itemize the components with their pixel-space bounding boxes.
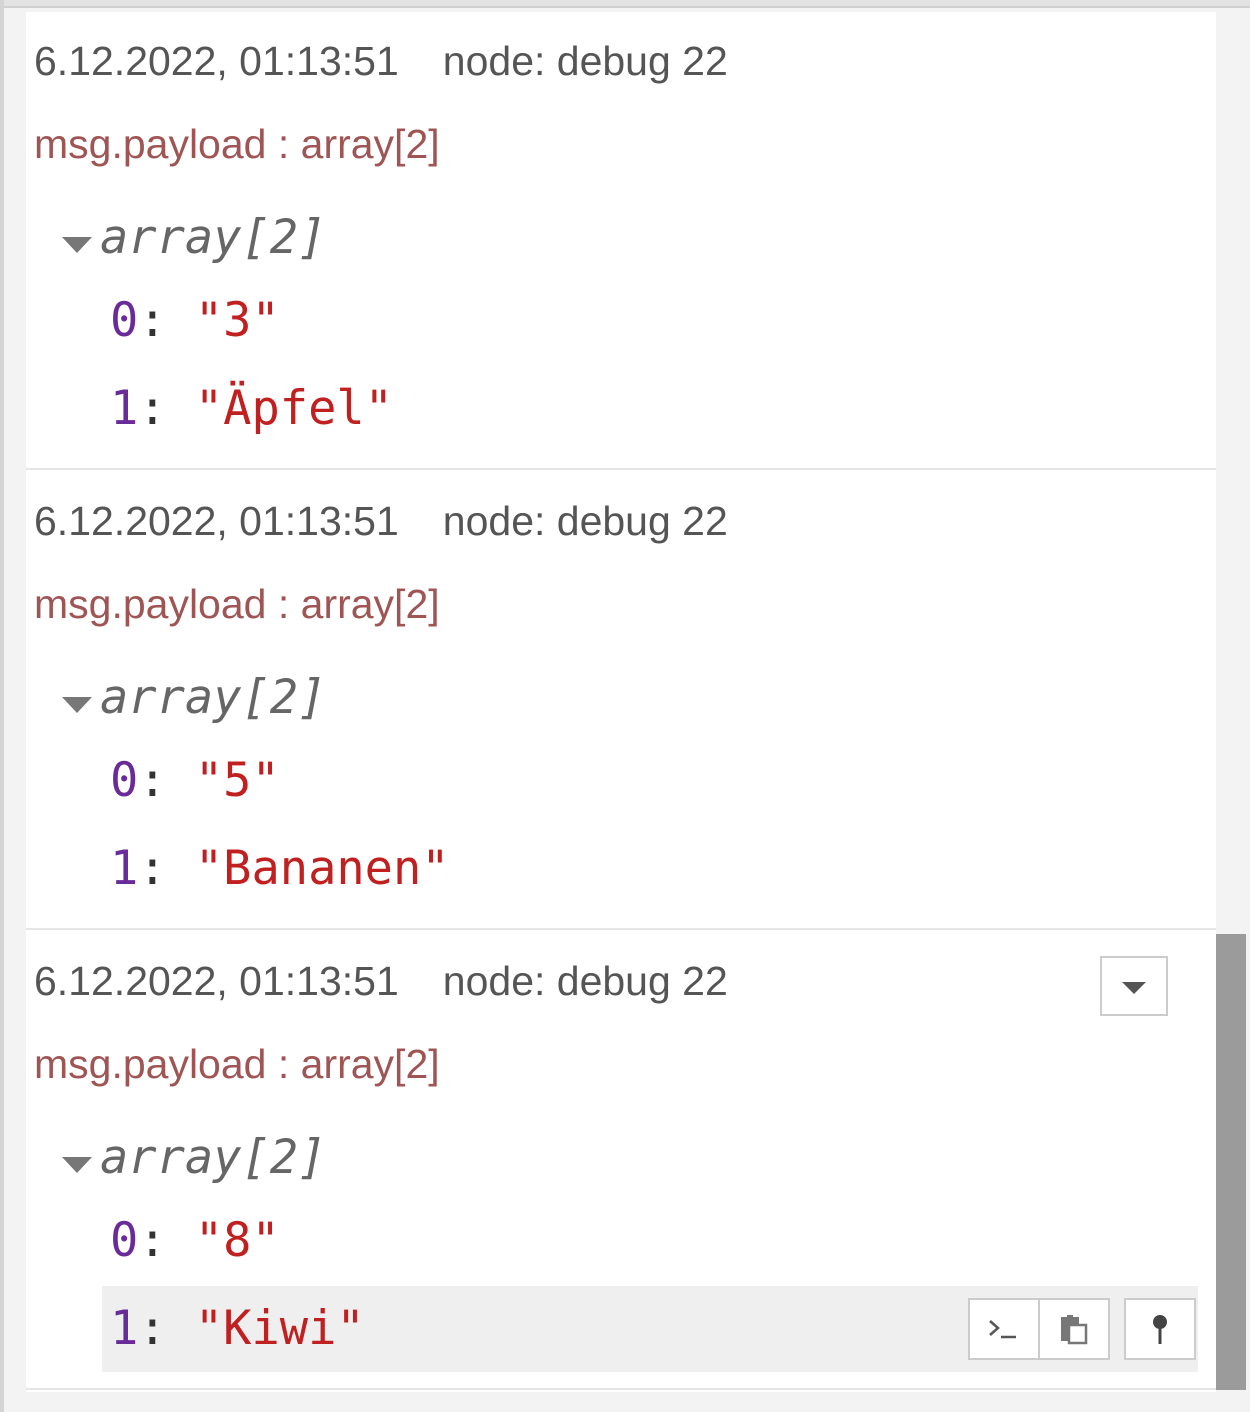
element-value: "3"	[194, 293, 280, 348]
array-type-label: array[2]	[100, 1130, 327, 1185]
pin-icon	[1153, 1314, 1167, 1344]
top-border	[0, 0, 1250, 8]
element-value: "Äpfel"	[194, 381, 393, 436]
element-index: 1	[110, 841, 139, 896]
element-index: 1	[110, 381, 139, 436]
pin-button[interactable]	[1124, 1298, 1196, 1360]
message-meta: 6.12.2022, 01:13:51 node: debug 22	[34, 38, 728, 84]
element-index: 1	[110, 1301, 139, 1356]
element-colon: :	[138, 753, 195, 808]
element-colon: :	[138, 841, 195, 896]
element-colon: :	[138, 293, 195, 348]
debug-message: 6.12.2022, 01:13:51 node: debug 22 msg.pa…	[26, 12, 1216, 470]
chevron-down-icon	[1122, 982, 1146, 994]
message-node-link[interactable]: node: debug 22	[443, 498, 728, 544]
element-value: "Bananen"	[194, 841, 450, 896]
message-topic: msg.payload : array[2]	[34, 121, 440, 167]
message-timestamp: 6.12.2022, 01:13:51	[34, 958, 399, 1004]
element-colon: :	[138, 1301, 195, 1356]
message-topic: msg.payload : array[2]	[34, 581, 440, 627]
message-node-link[interactable]: node: debug 22	[443, 38, 728, 84]
message-topic: msg.payload : array[2]	[34, 1041, 440, 1087]
left-border	[0, 0, 4, 1412]
array-toggle[interactable]: array[2]	[62, 670, 326, 726]
element-value: "8"	[194, 1213, 280, 1268]
element-colon: :	[138, 381, 195, 436]
element-index: 0	[110, 293, 139, 348]
message-node-link[interactable]: node: debug 22	[443, 958, 728, 1004]
array-element-row[interactable]: 0: "3"	[102, 278, 280, 364]
array-element-row[interactable]: 1: "Äpfel"	[102, 366, 393, 452]
copy-value-button[interactable]	[1038, 1298, 1110, 1360]
caret-down-icon	[62, 696, 92, 713]
element-value: "Kiwi"	[194, 1301, 365, 1356]
array-toggle[interactable]: array[2]	[62, 210, 326, 266]
clipboard-icon	[1061, 1314, 1088, 1344]
element-colon: :	[138, 1213, 195, 1268]
message-meta: 6.12.2022, 01:13:51 node: debug 22	[34, 958, 728, 1004]
element-value: "5"	[194, 753, 280, 808]
message-meta: 6.12.2022, 01:13:51 node: debug 22	[34, 498, 728, 544]
array-type-label: array[2]	[100, 670, 327, 725]
array-type-label: array[2]	[100, 210, 327, 265]
debug-message: 6.12.2022, 01:13:51 node: debug 22 msg.pa…	[26, 932, 1216, 1390]
array-toggle[interactable]: array[2]	[62, 1130, 326, 1186]
copy-path-button[interactable]	[968, 1298, 1040, 1360]
terminal-icon	[989, 1319, 1016, 1338]
array-element-row[interactable]: 0: "8"	[102, 1198, 280, 1284]
scrollbar-thumb[interactable]	[1216, 934, 1246, 1390]
message-menu-button[interactable]	[1100, 956, 1168, 1016]
element-index: 0	[110, 753, 139, 808]
message-timestamp: 6.12.2022, 01:13:51	[34, 38, 399, 84]
caret-down-icon	[62, 236, 92, 253]
element-index: 0	[110, 1213, 139, 1268]
message-timestamp: 6.12.2022, 01:13:51	[34, 498, 399, 544]
debug-message: 6.12.2022, 01:13:51 node: debug 22 msg.pa…	[26, 472, 1216, 930]
caret-down-icon	[62, 1156, 92, 1173]
array-element-row-hovered[interactable]: 1: "Kiwi"	[102, 1286, 1198, 1372]
array-element-row[interactable]: 1: "Bananen"	[102, 826, 450, 912]
array-element-row[interactable]: 0: "5"	[102, 738, 280, 824]
